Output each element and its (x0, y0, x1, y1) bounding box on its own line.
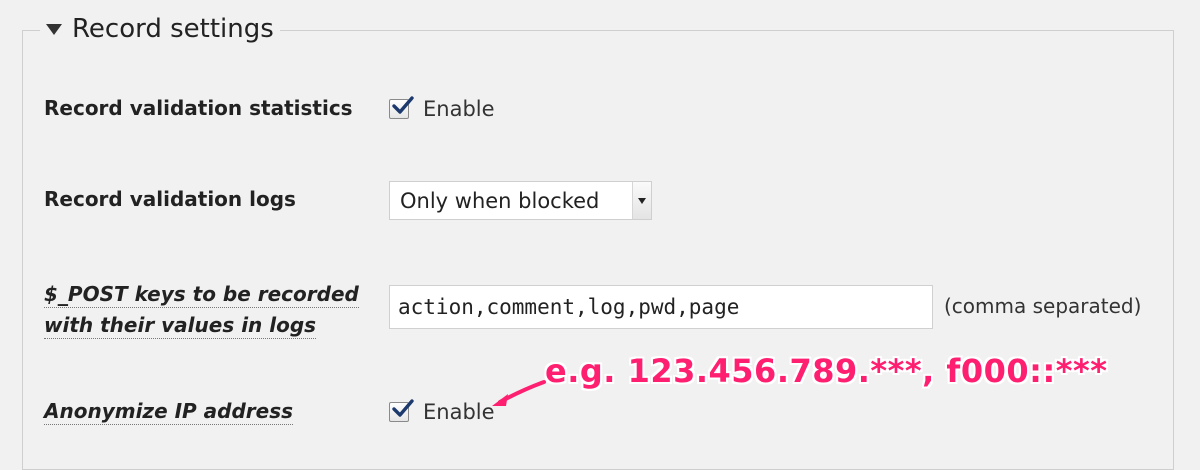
anonymize-ip-option[interactable]: Enable (389, 399, 495, 424)
record-statistics-enable-label: Enable (423, 97, 495, 121)
post-keys-label-line2: with their values in logs (44, 313, 317, 339)
collapse-triangle-icon[interactable] (46, 23, 62, 35)
checkmark-icon (392, 399, 414, 417)
post-keys-label: $_POST keys to be recorded with their va… (44, 279, 359, 341)
checkmark-icon (392, 96, 414, 114)
record-statistics-label: Record validation statistics (44, 96, 353, 120)
annotation-arrow-icon (492, 380, 546, 406)
select-arrow-icon[interactable] (632, 182, 651, 219)
record-logs-select[interactable]: Only when blocked (389, 181, 652, 220)
post-keys-input[interactable] (389, 285, 933, 329)
record-statistics-checkbox[interactable] (389, 96, 414, 119)
anonymize-ip-checkbox[interactable] (389, 399, 414, 422)
record-statistics-option[interactable]: Enable (389, 96, 495, 121)
anonymize-ip-enable-label: Enable (423, 400, 495, 424)
section-title: Record settings (72, 14, 274, 44)
anonymize-ip-label: Anonymize IP address (44, 399, 294, 425)
post-keys-label-line1: $_POST keys to be recorded (44, 282, 359, 308)
record-logs-label: Record validation logs (44, 187, 296, 211)
ip-example-annotation: e.g. 123.456.789.***, f000::*** (545, 352, 1108, 390)
post-keys-hint: (comma separated) (944, 294, 1142, 318)
record-logs-selected-value: Only when blocked (400, 188, 600, 213)
section-legend[interactable]: Record settings (40, 14, 280, 44)
